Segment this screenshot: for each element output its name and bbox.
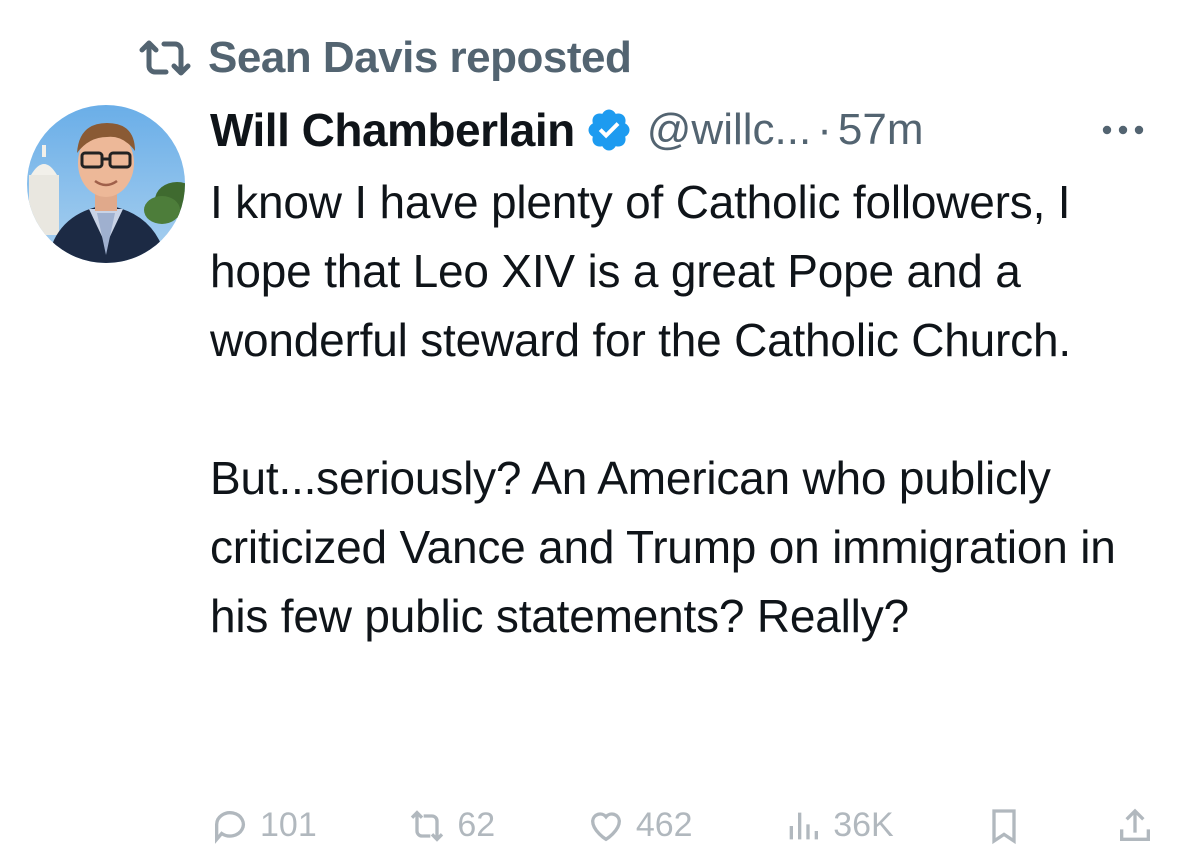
repost-icon: [138, 38, 192, 78]
avatar[interactable]: [27, 105, 185, 263]
tweet-text: I know I have plenty of Catholic followe…: [210, 176, 1116, 642]
share-icon: [1120, 808, 1150, 841]
verified-badge-icon: [585, 106, 633, 154]
like-count: 462: [635, 806, 693, 844]
tweet-timestamp[interactable]: 57m: [838, 105, 924, 155]
tweet-action-bar: 101 62 462 36K: [210, 806, 1155, 856]
retweet-icon: [411, 810, 444, 842]
share-button[interactable]: [1115, 806, 1155, 856]
bookmark-icon: [992, 809, 1017, 845]
author-handle[interactable]: @willc...: [647, 105, 811, 155]
reply-button[interactable]: 101: [210, 806, 317, 856]
views-count: 36K: [833, 806, 894, 844]
tweet-header: Will Chamberlain @willc... · 57m: [210, 98, 1155, 162]
more-options-icon[interactable]: [1099, 112, 1147, 148]
bookmark-button[interactable]: [984, 806, 1024, 856]
retweet-button[interactable]: 62: [407, 806, 495, 856]
author-display-name[interactable]: Will Chamberlain: [210, 103, 575, 157]
reply-count: 101: [260, 806, 317, 844]
separator-dot: ·: [817, 105, 832, 154]
reply-icon: [215, 811, 245, 844]
repost-label[interactable]: Sean Davis reposted: [208, 33, 632, 83]
views-button[interactable]: 36K: [783, 806, 894, 856]
retweet-count: 62: [457, 806, 496, 844]
like-button[interactable]: 462: [586, 806, 693, 856]
views-icon: [789, 812, 819, 840]
repost-header[interactable]: Sean Davis reposted: [138, 28, 632, 88]
like-icon: [590, 812, 621, 842]
